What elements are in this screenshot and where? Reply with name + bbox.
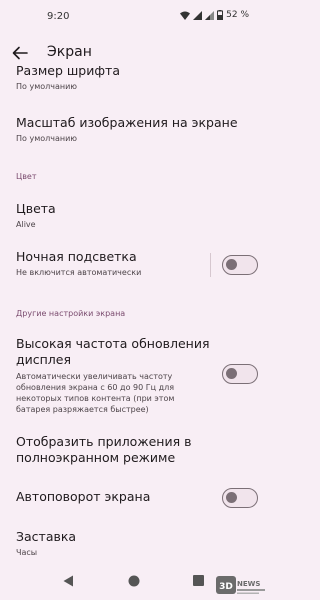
setting-title: Размер шрифта (16, 63, 120, 78)
toggle-knob (226, 368, 237, 379)
status-time: 9:20 (47, 11, 70, 22)
setting-summary: Часы (16, 548, 38, 557)
svg-text:NEWS: NEWS (237, 580, 260, 588)
setting-title: Масштаб изображения на экране (16, 115, 238, 130)
3dnews-logo: 3D NEWS (216, 576, 265, 594)
nav-back-icon[interactable] (63, 575, 74, 587)
toggle-knob (226, 492, 237, 503)
setting-summary: Не включится автоматически (16, 268, 142, 277)
setting-title-line: полноэкранном режиме (16, 450, 176, 465)
vertical-divider (210, 253, 211, 277)
setting-title: Заставка (16, 529, 77, 544)
battery-percent: 52 % (226, 10, 249, 20)
status-bar: 9:20 52 % (0, 0, 269, 34)
setting-night-light[interactable]: Ночная подсветка Не включится автоматиче… (16, 249, 226, 278)
setting-colors[interactable]: Цвета Alive (16, 201, 226, 230)
auto-rotate-toggle[interactable] (222, 488, 258, 508)
signal-icon (205, 10, 215, 20)
setting-summary: Alive (16, 220, 36, 229)
section-header-other: Другие настройки экрана (16, 309, 126, 318)
setting-summary-line: Автоматически увеличивать частоту (16, 372, 173, 381)
setting-display-size[interactable]: Масштаб изображения на экране По умолчан… (16, 115, 256, 144)
nav-recents-icon[interactable] (193, 575, 204, 586)
status-icons: 52 % (180, 10, 249, 20)
setting-summary-line: батарея разряжается быстрее) (16, 405, 149, 414)
setting-summary-line: обновления экрана с 60 до 90 Гц для (16, 383, 175, 392)
svg-text:3D: 3D (219, 582, 233, 592)
setting-title-line: Отобразить приложения в (16, 434, 192, 449)
high-refresh-rate-toggle[interactable] (222, 364, 258, 384)
setting-screensaver[interactable]: Заставка Часы (16, 529, 226, 558)
setting-summary-line: некоторых типов контента (при этом (16, 394, 175, 403)
setting-fullscreen-apps[interactable]: Отобразить приложения в полноэкранном ре… (16, 434, 256, 466)
setting-title-line: дисплея (16, 352, 72, 367)
back-arrow-icon[interactable] (11, 44, 29, 62)
setting-summary: По умолчанию (16, 134, 78, 143)
setting-title: Ночная подсветка (16, 249, 137, 264)
wifi-icon (180, 11, 191, 20)
nav-home-icon[interactable] (128, 575, 140, 587)
page-title: Экран (47, 44, 92, 60)
setting-title-line: Высокая частота обновления (16, 336, 210, 351)
signal-icon (193, 10, 203, 20)
toggle-knob (226, 259, 237, 270)
setting-font-size[interactable]: Размер шрифта По умолчанию (16, 63, 226, 92)
night-light-toggle[interactable] (222, 255, 258, 275)
setting-auto-rotate[interactable]: Автоповорот экрана (16, 489, 226, 505)
setting-high-refresh-rate[interactable]: Высокая частота обновления дисплея Автом… (16, 336, 221, 415)
battery-icon (217, 10, 224, 20)
setting-summary: По умолчанию (16, 82, 78, 91)
setting-title: Цвета (16, 201, 56, 216)
setting-title: Автоповорот экрана (16, 489, 151, 504)
section-header-color: Цвет (16, 172, 37, 181)
